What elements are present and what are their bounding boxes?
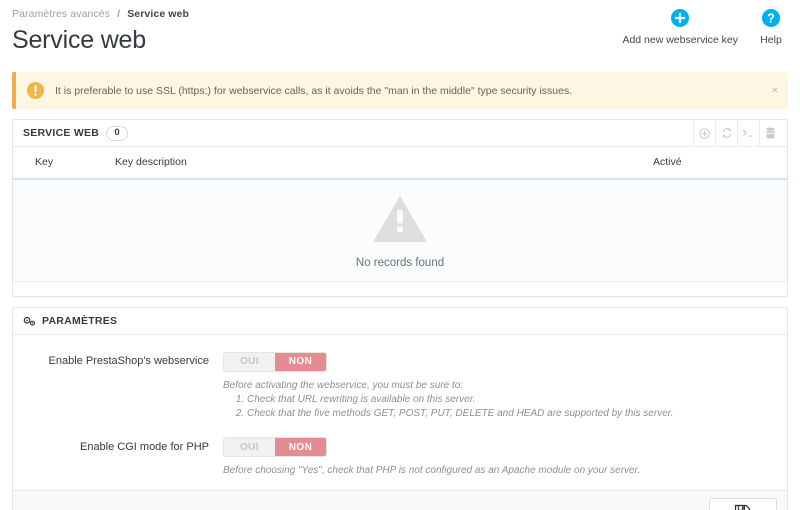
add-icon[interactable] <box>693 120 715 147</box>
question-circle-icon: ? <box>761 8 781 28</box>
sql-terminal-icon[interactable] <box>737 120 759 147</box>
help-intro: Before choosing "Yes", check that PHP is… <box>223 464 773 478</box>
toggle-option-non[interactable]: NON <box>275 438 326 456</box>
ssl-warning-message: It is preferable to use SSL (https:) for… <box>55 84 572 98</box>
help-list: Check that URL rewriting is available on… <box>223 393 773 421</box>
settings-panel-header: PARAMÈTRES <box>13 308 787 335</box>
column-header-key-description: Key description <box>115 156 653 169</box>
save-button[interactable]: Enregistrer <box>709 498 777 510</box>
help-list-item: Check that URL rewriting is available on… <box>247 393 773 407</box>
list-panel-title: SERVICE WEB <box>23 127 99 139</box>
list-panel-spacer <box>13 282 787 296</box>
database-icon[interactable] <box>759 120 781 147</box>
toggle-enable-cgi-mode[interactable]: OUI NON <box>223 437 327 457</box>
close-icon[interactable]: × <box>772 85 778 96</box>
row-spacer <box>27 423 773 437</box>
toggle-option-oui[interactable]: OUI <box>224 353 275 371</box>
svg-text:?: ? <box>767 12 775 26</box>
header-actions: Add new webservice key ? Help <box>622 8 786 46</box>
toggle-enable-webservice[interactable]: OUI NON <box>223 352 327 372</box>
breadcrumb-current: Service web <box>127 8 189 20</box>
refresh-icon[interactable] <box>715 120 737 147</box>
help-list-item: Check that the five methods GET, POST, P… <box>247 407 773 421</box>
settings-panel: PARAMÈTRES Enable PrestaShop's webservic… <box>12 307 788 510</box>
page-header: Paramètres avancés / Service web Service… <box>0 0 800 66</box>
column-header-key: Key <box>35 156 115 169</box>
breadcrumb-parent[interactable]: Paramètres avancés <box>12 8 110 20</box>
empty-state-label: No records found <box>356 257 444 269</box>
help-enable-cgi-mode: Before choosing "Yes", check that PHP is… <box>223 464 773 478</box>
help-button[interactable]: ? Help <box>756 8 786 46</box>
ssl-warning-banner: It is preferable to use SSL (https:) for… <box>12 72 788 109</box>
warning-triangle-icon <box>372 193 428 248</box>
breadcrumb-separator: / <box>117 8 120 20</box>
toggle-option-non[interactable]: NON <box>275 353 326 371</box>
list-column-headers: Key Key description Activé <box>13 147 787 180</box>
add-new-webservice-key-label: Add new webservice key <box>622 34 738 46</box>
exclamation-circle-icon <box>26 81 45 100</box>
service-web-page: Paramètres avancés / Service web Service… <box>0 0 800 510</box>
empty-state: No records found <box>13 180 787 282</box>
field-enable-webservice: Enable PrestaShop's webservice OUI NON B… <box>27 351 773 421</box>
webservice-list-panel: SERVICE WEB 0 <box>12 119 788 297</box>
help-intro: Before activating the webservice, you mu… <box>223 379 773 393</box>
field-enable-cgi-mode: Enable CGI mode for PHP OUI NON Before c… <box>27 437 773 479</box>
help-enable-webservice: Before activating the webservice, you mu… <box>223 379 773 421</box>
add-new-webservice-key-button[interactable]: Add new webservice key <box>622 8 738 46</box>
field-label-enable-webservice: Enable PrestaShop's webservice <box>27 351 223 369</box>
cogs-icon <box>23 316 36 327</box>
settings-form: Enable PrestaShop's webservice OUI NON B… <box>13 335 787 490</box>
list-panel-header: SERVICE WEB 0 <box>13 120 787 147</box>
floppy-save-icon <box>734 504 751 510</box>
settings-panel-footer: Enregistrer <box>13 490 787 510</box>
field-label-enable-cgi-mode: Enable CGI mode for PHP <box>27 437 223 455</box>
column-header-active: Activé <box>653 156 773 169</box>
settings-panel-title: PARAMÈTRES <box>42 315 117 327</box>
plus-circle-icon <box>670 8 690 28</box>
list-panel-tools <box>693 120 781 147</box>
toggle-option-oui[interactable]: OUI <box>224 438 275 456</box>
help-label: Help <box>760 34 782 46</box>
record-count-badge: 0 <box>106 126 128 141</box>
